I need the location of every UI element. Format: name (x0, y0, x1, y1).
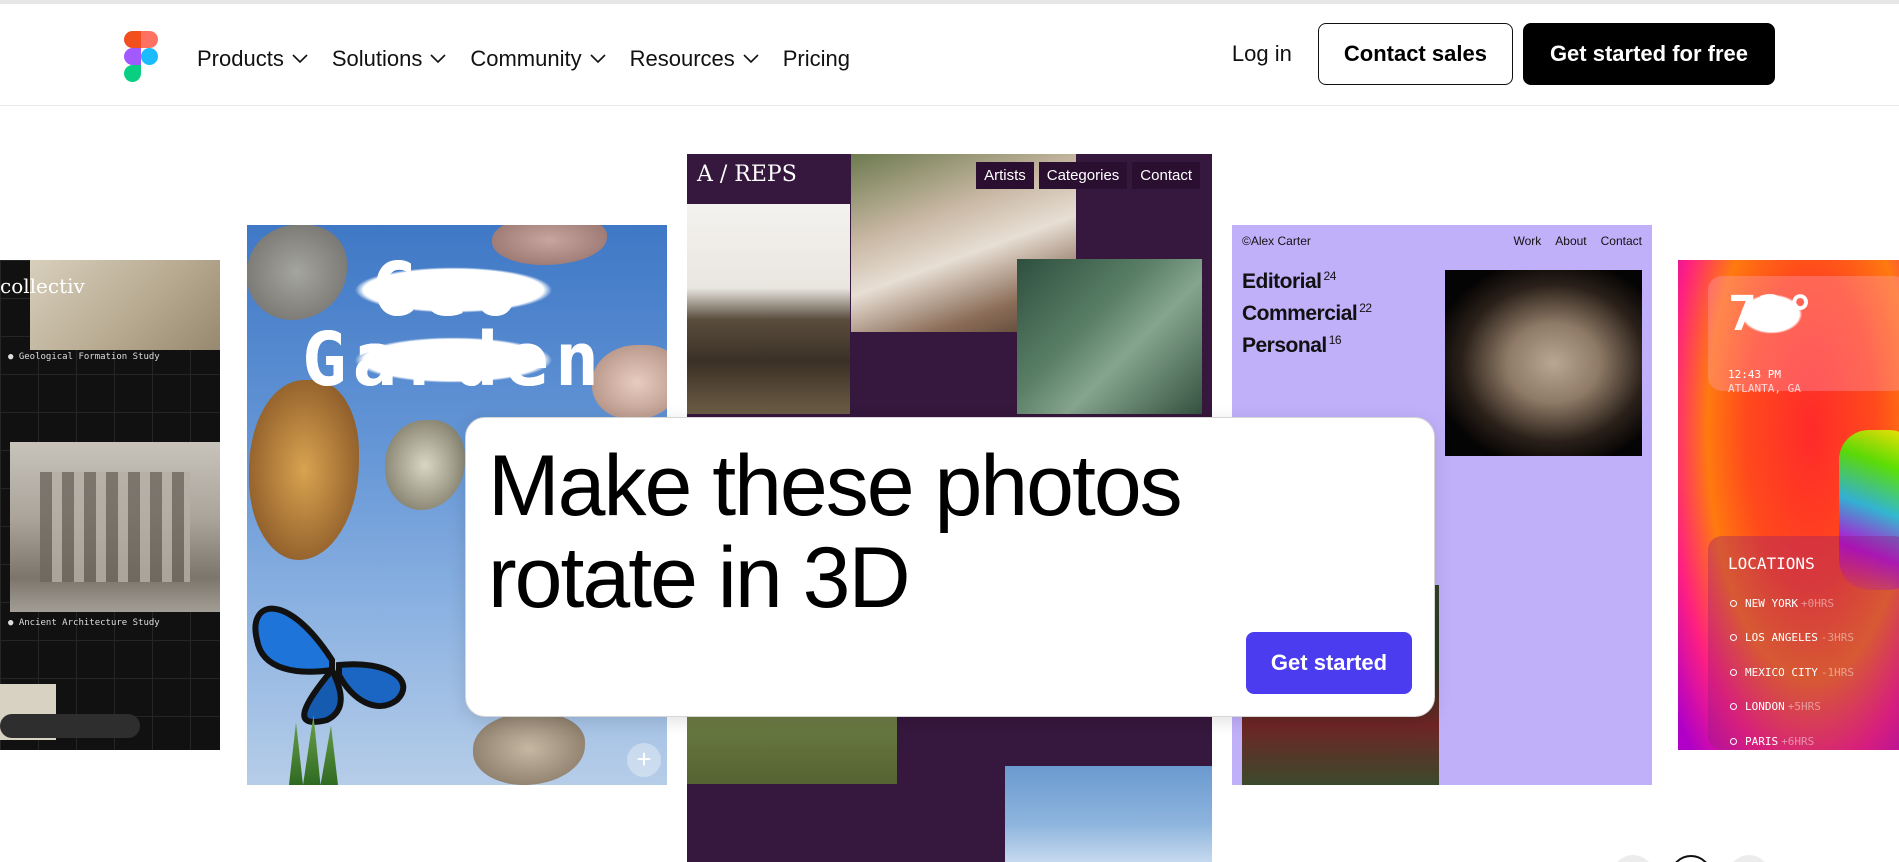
photo-caption: ● Geological Formation Study (8, 352, 160, 362)
alex-carter-name: ©Alex Carter (1242, 234, 1311, 248)
geo-garden-title: Geo Garden (302, 253, 606, 403)
rock-image (385, 420, 465, 510)
weather-card[interactable]: 72° 12:43 PM ATLANTA, GA LOCATIONS NEW Y… (1678, 260, 1899, 750)
prompt-line-2: rotate in 3D (488, 530, 911, 626)
locations-list: NEW YORK +0HRS LOS ANGELES -3HRS MEXICO CI… (1730, 586, 1854, 750)
prompt-text[interactable]: Make these photos rotate in 3D (488, 440, 1248, 624)
radio-icon (1730, 599, 1737, 607)
login-link[interactable]: Log in (1232, 41, 1292, 67)
chevron-down-icon (590, 54, 606, 64)
location-item[interactable]: LOS ANGELES -3HRS (1730, 621, 1854, 656)
chevron-down-icon (743, 54, 759, 64)
carousel-dot[interactable] (1728, 855, 1770, 862)
main-nav: Products Solutions Community Resources P… (197, 42, 874, 76)
current-city: ATLANTA, GA (1728, 382, 1801, 395)
nav-community-label: Community (470, 46, 582, 71)
collective-card[interactable]: collectiv ● Geological Formation Study ●… (0, 260, 220, 750)
areps-menu-categories[interactable]: Categories (1038, 162, 1128, 189)
radio-icon (1730, 668, 1737, 676)
photo-caption: ● Ancient Architecture Study (8, 618, 160, 628)
prompt-box[interactable]: Make these photos rotate in 3D Get start… (465, 417, 1435, 717)
nav-resources[interactable]: Resources (630, 42, 759, 76)
areps-menu: Artists Categories Contact (976, 162, 1200, 189)
current-time: 12:43 PM (1728, 368, 1781, 381)
get-started-button[interactable]: Get started (1246, 632, 1412, 694)
category-item[interactable]: Commercial 22 (1242, 295, 1372, 327)
title-line-2: Garden (302, 317, 606, 403)
alex-carter-menu: Work About Contact (1514, 234, 1643, 248)
figma-logo-icon[interactable] (124, 31, 158, 82)
nav-solutions[interactable]: Solutions (332, 42, 447, 76)
carousel-dot[interactable] (1612, 855, 1654, 862)
radio-icon (1730, 703, 1737, 711)
nav-resources-label: Resources (629, 46, 735, 71)
location-item[interactable]: MEXICO CITY -1HRS (1730, 655, 1854, 690)
nav-solutions-label: Solutions (331, 46, 423, 71)
category-item[interactable]: Personal 16 (1242, 327, 1372, 359)
temple-columns (40, 472, 190, 582)
rock-image (249, 380, 359, 560)
nav-pricing[interactable]: Pricing (783, 42, 850, 76)
pill-bar (0, 714, 140, 738)
nav-pricing-label: Pricing (782, 46, 850, 71)
plus-icon[interactable]: + (627, 743, 661, 777)
nav-products[interactable]: Products (197, 42, 308, 76)
butterfly-image (252, 605, 407, 725)
alex-menu-work[interactable]: Work (1514, 234, 1542, 248)
site-header: Products Solutions Community Resources P… (0, 4, 1899, 106)
category-item[interactable]: Editorial 24 (1242, 263, 1372, 295)
portrait-photo (1445, 270, 1642, 456)
areps-menu-artists[interactable]: Artists (976, 162, 1034, 189)
location-item[interactable]: PARIS +6HRS (1730, 724, 1854, 750)
nav-products-label: Products (197, 46, 284, 71)
locations-panel: LOCATIONS NEW YORK +0HRS LOS ANGELES -3HRS… (1708, 536, 1899, 750)
location-item[interactable]: NEW YORK +0HRS (1730, 586, 1854, 621)
areps-menu-contact[interactable]: Contact (1132, 162, 1200, 189)
rock-image (473, 713, 585, 785)
carousel-pagination (1612, 855, 1770, 862)
title-line-1: Geo (302, 253, 606, 327)
category-list: Editorial 24 Commercial 22 Personal 16 (1242, 263, 1372, 359)
hand-photo (1017, 259, 1202, 414)
location-item[interactable]: LONDON +5HRS (1730, 690, 1854, 725)
header-actions: Log in Contact sales Get started for fre… (1232, 23, 1775, 85)
sky-photo (1005, 766, 1212, 862)
nav-community[interactable]: Community (470, 42, 606, 76)
temperature-value: 72° (1728, 286, 1815, 342)
radio-icon (1730, 737, 1737, 745)
contact-sales-button[interactable]: Contact sales (1317, 23, 1513, 85)
hero-carousel: collectiv ● Geological Formation Study ●… (0, 107, 1899, 862)
architecture-photo (10, 442, 220, 612)
radio-icon (1730, 634, 1737, 642)
alex-menu-contact[interactable]: Contact (1601, 234, 1642, 248)
collective-title: collectiv (0, 274, 85, 298)
locations-heading: LOCATIONS (1728, 554, 1815, 573)
alex-menu-about[interactable]: About (1555, 234, 1586, 248)
carousel-dot-active[interactable] (1670, 855, 1712, 862)
get-started-free-button[interactable]: Get started for free (1522, 23, 1775, 85)
horse-photo (687, 204, 850, 414)
areps-brand: A / REPS (697, 162, 797, 187)
chevron-down-icon (430, 54, 446, 64)
temperature-panel: 72° 12:43 PM ATLANTA, GA (1708, 276, 1899, 395)
prompt-line-1: Make these photos (488, 438, 1183, 534)
chevron-down-icon (292, 54, 308, 64)
